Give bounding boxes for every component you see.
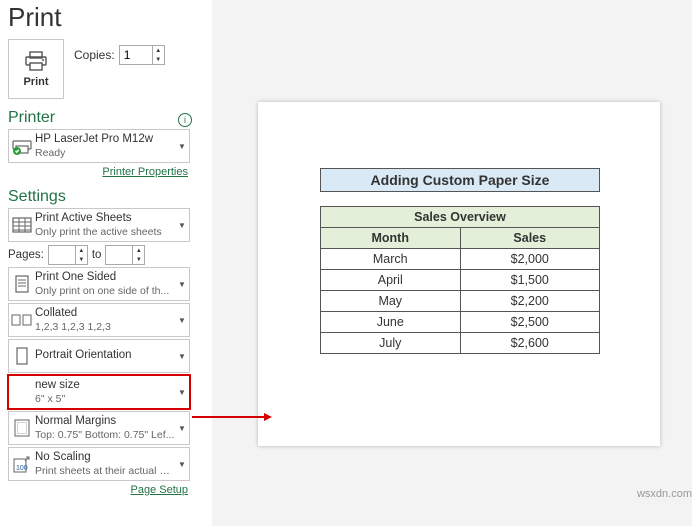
chevron-down-icon: ▼	[175, 142, 189, 151]
cell-sales: $2,000	[460, 249, 600, 270]
table-overview: Sales Overview	[321, 207, 600, 228]
copies-label: Copies:	[74, 48, 115, 62]
chevron-down-icon: ▼	[175, 352, 189, 361]
paper-size-dropdown[interactable]: new size 6" x 5" ▼	[8, 375, 190, 409]
print-panel: Print Print Copies: ▲ ▼	[4, 0, 194, 526]
printer-status-icon	[9, 137, 35, 155]
printer-icon	[24, 51, 48, 74]
printer-status: Ready	[35, 147, 175, 159]
printer-heading: Printer	[8, 109, 194, 127]
printer-text: HP LaserJet Pro M12w Ready	[35, 133, 175, 158]
cell-month: May	[321, 291, 461, 312]
settings-heading: Settings	[8, 188, 194, 206]
margins-title: Normal Margins	[35, 415, 175, 428]
scaling-title: No Scaling	[35, 451, 175, 464]
collated-sub: 1,2,3 1,2,3 1,2,3	[35, 321, 175, 333]
pages-from-up[interactable]: ▲	[76, 246, 87, 255]
pages-from-spinner[interactable]: ▲▼	[48, 245, 88, 265]
printer-dropdown[interactable]: HP LaserJet Pro M12w Ready ▼	[8, 129, 190, 163]
pages-to-spinner[interactable]: ▲▼	[105, 245, 145, 265]
table-row: March$2,000	[321, 249, 600, 270]
preview-content: Adding Custom Paper Size Sales Overview …	[320, 168, 600, 354]
table-row: June$2,500	[321, 312, 600, 333]
orientation-dropdown[interactable]: Portrait Orientation ▼	[8, 339, 190, 373]
margins-icon	[9, 419, 35, 437]
pages-to-label: to	[92, 249, 102, 261]
cell-sales: $1,500	[460, 270, 600, 291]
sided-dropdown[interactable]: Print One Sided Only print on one side o…	[8, 267, 190, 301]
chevron-down-icon: ▼	[175, 280, 189, 289]
print-button[interactable]: Print	[8, 39, 64, 99]
portrait-icon	[9, 347, 35, 365]
cell-month: July	[321, 333, 461, 354]
print-what-dropdown[interactable]: Print Active Sheets Only print the activ…	[8, 208, 190, 242]
col-month: Month	[321, 228, 461, 249]
printer-name: HP LaserJet Pro M12w	[35, 133, 175, 146]
collated-dropdown[interactable]: Collated 1,2,3 1,2,3 1,2,3 ▼	[8, 303, 190, 337]
pages-label: Pages:	[8, 249, 44, 261]
orientation-title: Portrait Orientation	[35, 349, 175, 362]
table-row: July$2,600	[321, 333, 600, 354]
cell-sales: $2,200	[460, 291, 600, 312]
pages-to-up[interactable]: ▲	[133, 246, 144, 255]
print-what-sub: Only print the active sheets	[35, 226, 175, 238]
paper-size-sub: 6" x 5"	[35, 393, 175, 405]
collated-title: Collated	[35, 307, 175, 320]
paper-size-title: new size	[35, 379, 175, 392]
sheet-title: Adding Custom Paper Size	[320, 168, 600, 192]
cell-month: March	[321, 249, 461, 270]
margins-sub: Top: 0.75" Bottom: 0.75" Lef...	[35, 429, 175, 441]
cell-month: April	[321, 270, 461, 291]
pages-to-input[interactable]	[106, 246, 132, 264]
pages-range: Pages: ▲▼ to ▲▼	[8, 245, 194, 265]
chevron-down-icon: ▼	[175, 221, 189, 230]
sided-sub: Only print on one side of th...	[35, 285, 175, 297]
svg-text:100: 100	[16, 465, 28, 472]
preview-page: Adding Custom Paper Size Sales Overview …	[258, 102, 660, 446]
copies-spinner[interactable]: ▲ ▼	[119, 45, 165, 65]
table-row: May$2,200	[321, 291, 600, 312]
info-icon[interactable]: i	[178, 113, 192, 127]
cell-sales: $2,600	[460, 333, 600, 354]
copies-arrows: ▲ ▼	[152, 46, 164, 64]
scaling-dropdown[interactable]: 100 No Scaling Print sheets at their act…	[8, 447, 190, 481]
margins-dropdown[interactable]: Normal Margins Top: 0.75" Bottom: 0.75" …	[8, 411, 190, 445]
copies-up[interactable]: ▲	[153, 46, 164, 55]
print-what-text: Print Active Sheets Only print the activ…	[35, 212, 175, 237]
page-title: Print	[8, 2, 194, 33]
copies-down[interactable]: ▼	[153, 55, 164, 64]
scaling-sub: Print sheets at their actual size	[35, 465, 175, 477]
copies-field: Copies: ▲ ▼	[74, 45, 165, 65]
printer-properties-link[interactable]: Printer Properties	[4, 166, 188, 178]
collated-icon	[9, 312, 35, 328]
print-preview-area: Adding Custom Paper Size Sales Overview …	[212, 0, 692, 526]
page-setup-link[interactable]: Page Setup	[4, 484, 188, 496]
chevron-down-icon: ▼	[175, 424, 189, 433]
scaling-icon: 100	[9, 455, 35, 473]
pages-to-down[interactable]: ▼	[133, 255, 144, 264]
sided-title: Print One Sided	[35, 271, 175, 284]
print-what-title: Print Active Sheets	[35, 212, 175, 225]
pages-from-down[interactable]: ▼	[76, 255, 87, 264]
pages-from-input[interactable]	[49, 246, 75, 264]
cell-sales: $2,500	[460, 312, 600, 333]
copies-input[interactable]	[120, 46, 152, 64]
col-sales: Sales	[460, 228, 600, 249]
cell-month: June	[321, 312, 461, 333]
sheets-icon	[9, 217, 35, 233]
table-row: April$1,500	[321, 270, 600, 291]
print-button-label: Print	[23, 76, 48, 88]
watermark: wsxdn.com	[637, 488, 692, 500]
chevron-down-icon: ▼	[175, 316, 189, 325]
printer-section: i HP LaserJet Pro M12w Ready ▼ Printer P…	[4, 129, 194, 178]
print-top-row: Print Copies: ▲ ▼	[4, 39, 194, 99]
chevron-down-icon: ▼	[175, 388, 189, 397]
chevron-down-icon: ▼	[175, 460, 189, 469]
one-sided-icon	[9, 274, 35, 294]
sales-table: Sales Overview Month Sales March$2,000Ap…	[320, 206, 600, 354]
